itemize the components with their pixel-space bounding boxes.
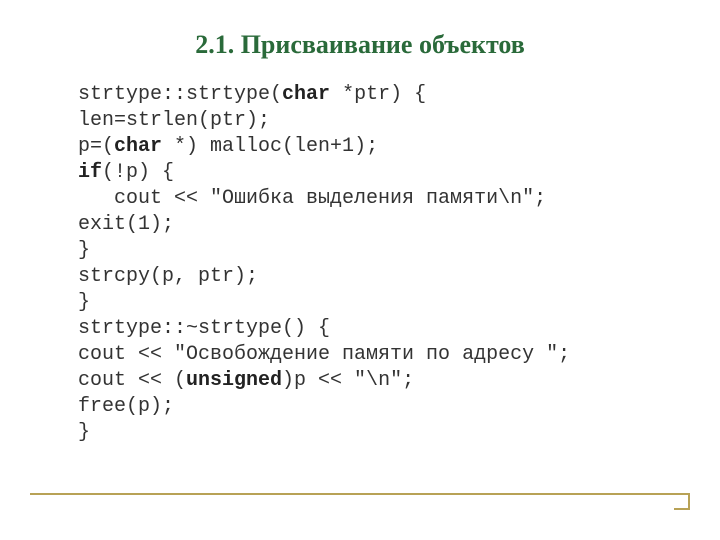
code-line-6: exit(1); [78,213,174,236]
slide: 2.1. Присваивание объектов strtype::strt… [0,0,720,540]
code-line-13: free(p); [78,395,174,418]
code-text: cout << ( [78,369,186,392]
code-line-3: p=(char *) malloc(len+1); [78,135,378,158]
code-text: *ptr) { [330,83,426,106]
code-line-7: } [78,239,90,262]
code-text: (!p) { [102,161,174,184]
code-line-10: strtype::~strtype() { [78,317,330,340]
code-line-8: strcpy(p, ptr); [78,265,258,288]
code-text: )p << "\n"; [282,369,414,392]
code-line-12: cout << (unsigned)p << "\n"; [78,369,414,392]
keyword-char: char [114,135,162,158]
code-text: p=( [78,135,114,158]
code-text: strtype::strtype( [78,83,282,106]
code-line-14: } [78,421,90,444]
slide-title: 2.1. Присваивание объектов [50,30,670,60]
code-block: strtype::strtype(char *ptr) { len=strlen… [78,82,670,446]
code-text: *) malloc(len+1); [162,135,378,158]
corner-decoration [674,494,690,510]
keyword-if: if [78,161,102,184]
code-line-11: cout << "Освобождение памяти по адресу "… [78,343,570,366]
keyword-unsigned: unsigned [186,369,282,392]
code-line-5: cout << "Ошибка выделения памяти\n"; [78,187,546,210]
code-line-2: len=strlen(ptr); [78,109,270,132]
code-line-1: strtype::strtype(char *ptr) { [78,83,426,106]
keyword-char: char [282,83,330,106]
code-line-9: } [78,291,90,314]
code-line-4: if(!p) { [78,161,174,184]
divider-rule [30,493,690,495]
